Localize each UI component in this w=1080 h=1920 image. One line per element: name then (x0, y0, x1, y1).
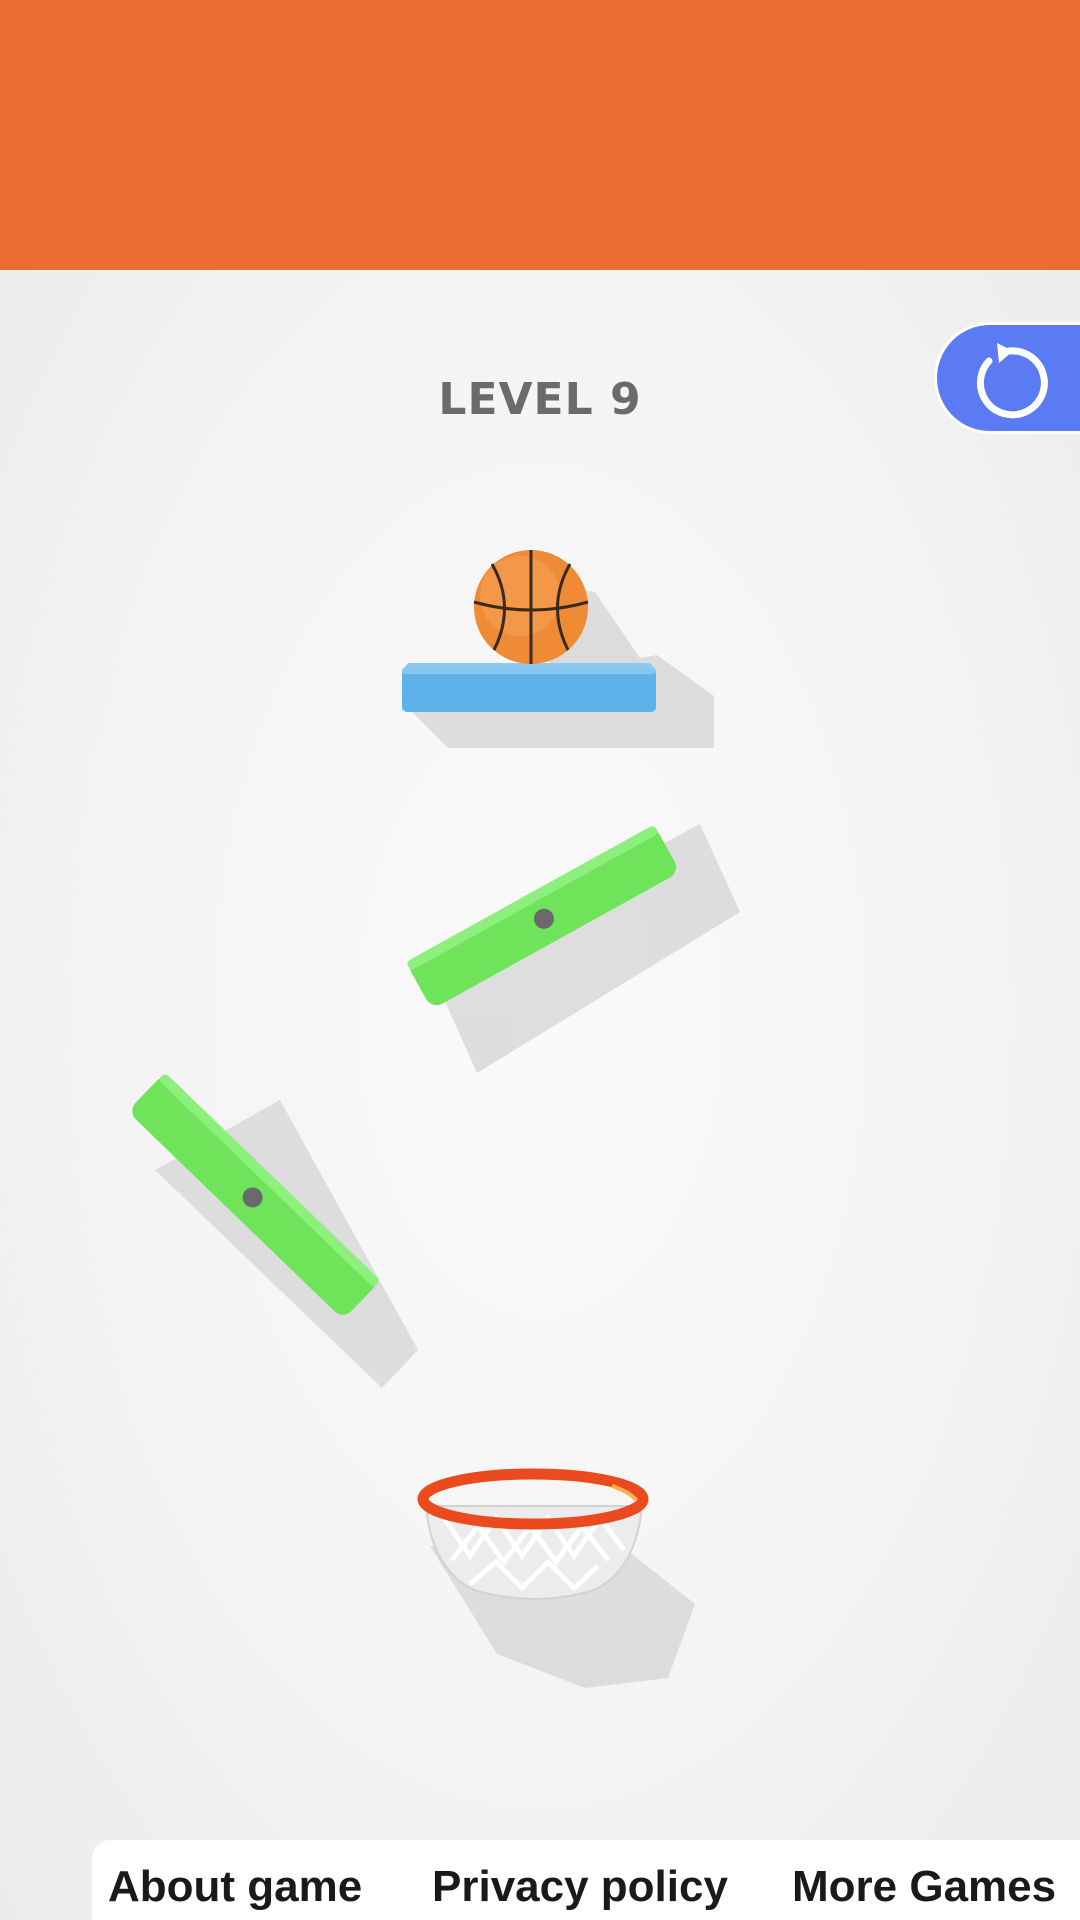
footer-links: About game Privacy policy More Games (92, 1840, 1080, 1920)
game-area[interactable]: LEVEL 9 (0, 270, 1080, 1920)
basketball (473, 550, 589, 664)
more-games-link[interactable]: More Games (792, 1862, 1056, 1912)
about-game-link[interactable]: About game (108, 1862, 362, 1912)
rotating-platform-lower[interactable] (127, 1072, 380, 1319)
start-platform (402, 663, 656, 712)
privacy-policy-link[interactable]: Privacy policy (432, 1862, 728, 1912)
start-platform-body (402, 668, 656, 712)
game-scene (127, 550, 740, 1688)
top-banner (0, 0, 1080, 270)
start-platform-highlight (402, 668, 656, 674)
